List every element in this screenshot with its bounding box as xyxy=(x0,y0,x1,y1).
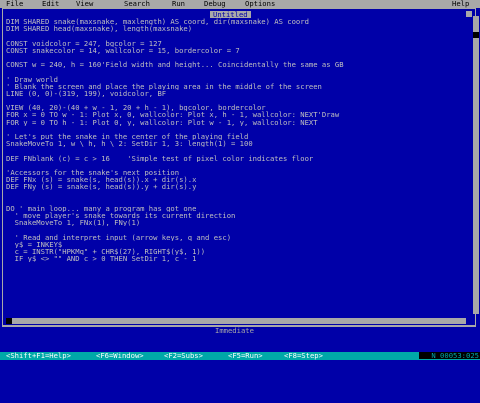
menu-run[interactable]: Run xyxy=(172,0,185,7)
code-line: DIM SHARED snake(maxsnake, maxlength) AS… xyxy=(6,18,309,26)
mode-indicator: N xyxy=(431,351,436,360)
code-line: SnakeMoveTo 1, w \ h, h \ 2: SetDir 1, 3… xyxy=(6,140,253,148)
code-line: DEF FNx (s) = snake(s, head(s)).x + dir(… xyxy=(6,176,197,184)
code-editor[interactable]: DIM SHARED snake(maxsnake, maxlength) AS… xyxy=(6,18,466,314)
code-line: DEF FNblank (c) = c > 16 'Simple test of… xyxy=(6,154,314,162)
cursor-position: N 00053:025 xyxy=(419,351,480,360)
horizontal-scroll-thumb[interactable] xyxy=(6,318,12,324)
immediate-window[interactable] xyxy=(2,334,476,348)
menu-options[interactable]: Options xyxy=(245,0,275,7)
hint-run[interactable]: <F5=Run> xyxy=(228,352,263,359)
vertical-scrollbar[interactable] xyxy=(473,16,479,314)
code-line: FOR x = 0 TO w - 1: Plot x, 0, wallcolor… xyxy=(6,111,340,119)
code-line: VIEW (40, 20)-(40 + w - 1, 20 + h - 1), … xyxy=(6,104,266,112)
hint-help[interactable]: <Shift+F1=Help> xyxy=(6,352,71,359)
hint-window[interactable]: <F6=Window> xyxy=(96,352,144,359)
code-line: ' Let's put the snake in the center of t… xyxy=(6,133,249,141)
menu-search[interactable]: Search xyxy=(124,0,150,7)
code-line: CONST w = 240, h = 160'Field width and h… xyxy=(6,61,344,69)
code-line: CONST snakecolor = 14, wallcolor = 15, b… xyxy=(6,46,240,54)
code-line: y$ = INKEY$ xyxy=(6,240,63,248)
vertical-scroll-thumb[interactable] xyxy=(473,32,479,38)
code-line: FOR y = 0 TO h - 1: Plot 0, y, wallcolor… xyxy=(6,118,318,126)
code-line: c = INSTR("HPKMq" + CHR$(27), RIGHT$(y$,… xyxy=(6,248,206,256)
code-line: ' Blank the screen and place the playing… xyxy=(6,82,322,90)
code-line: DEF FNy (s) = snake(s, head(s)).y + dir(… xyxy=(6,183,197,191)
menu-edit[interactable]: Edit xyxy=(42,0,59,7)
code-line: 'Accessors for the snake's next position xyxy=(6,168,180,177)
horizontal-scrollbar[interactable] xyxy=(6,318,466,324)
hint-step[interactable]: <F8=Step> xyxy=(284,352,323,359)
code-line: CONST voidcolor = 247, bgcolor = 127 xyxy=(6,39,162,47)
line-col-readout: 00053:025 xyxy=(440,351,479,360)
code-line: DIM SHARED head(maxsnake), length(maxsna… xyxy=(6,25,193,33)
code-line: ' Draw world xyxy=(6,75,58,83)
code-line: ' Read and interpret input (arrow keys, … xyxy=(6,233,232,241)
menu-help[interactable]: Help xyxy=(452,0,469,7)
code-line: ' move player's snake towards its curren… xyxy=(6,212,236,220)
code-line: IF y$ <> "" AND c > 0 THEN SetDir 1, c -… xyxy=(6,255,197,263)
code-line: DO ' main loop... many a program has got… xyxy=(6,204,197,213)
maximize-icon[interactable] xyxy=(466,11,472,17)
menu-view[interactable]: View xyxy=(76,0,93,7)
menu-file[interactable]: File xyxy=(6,0,23,7)
code-line: LINE (0, 0)-(319, 199), voidcolor, BF xyxy=(6,89,167,98)
status-bar: <Shift+F1=Help> <F6=Window> <F2=Subs> <F… xyxy=(0,352,480,360)
code-line: SnakeMoveTo 1, FNx(1), FNy(1) xyxy=(6,219,141,227)
hint-subs[interactable]: <F2=Subs> xyxy=(164,352,203,359)
menu-bar: File Edit View Search Run Debug Options … xyxy=(0,0,480,8)
menu-debug[interactable]: Debug xyxy=(204,0,226,7)
